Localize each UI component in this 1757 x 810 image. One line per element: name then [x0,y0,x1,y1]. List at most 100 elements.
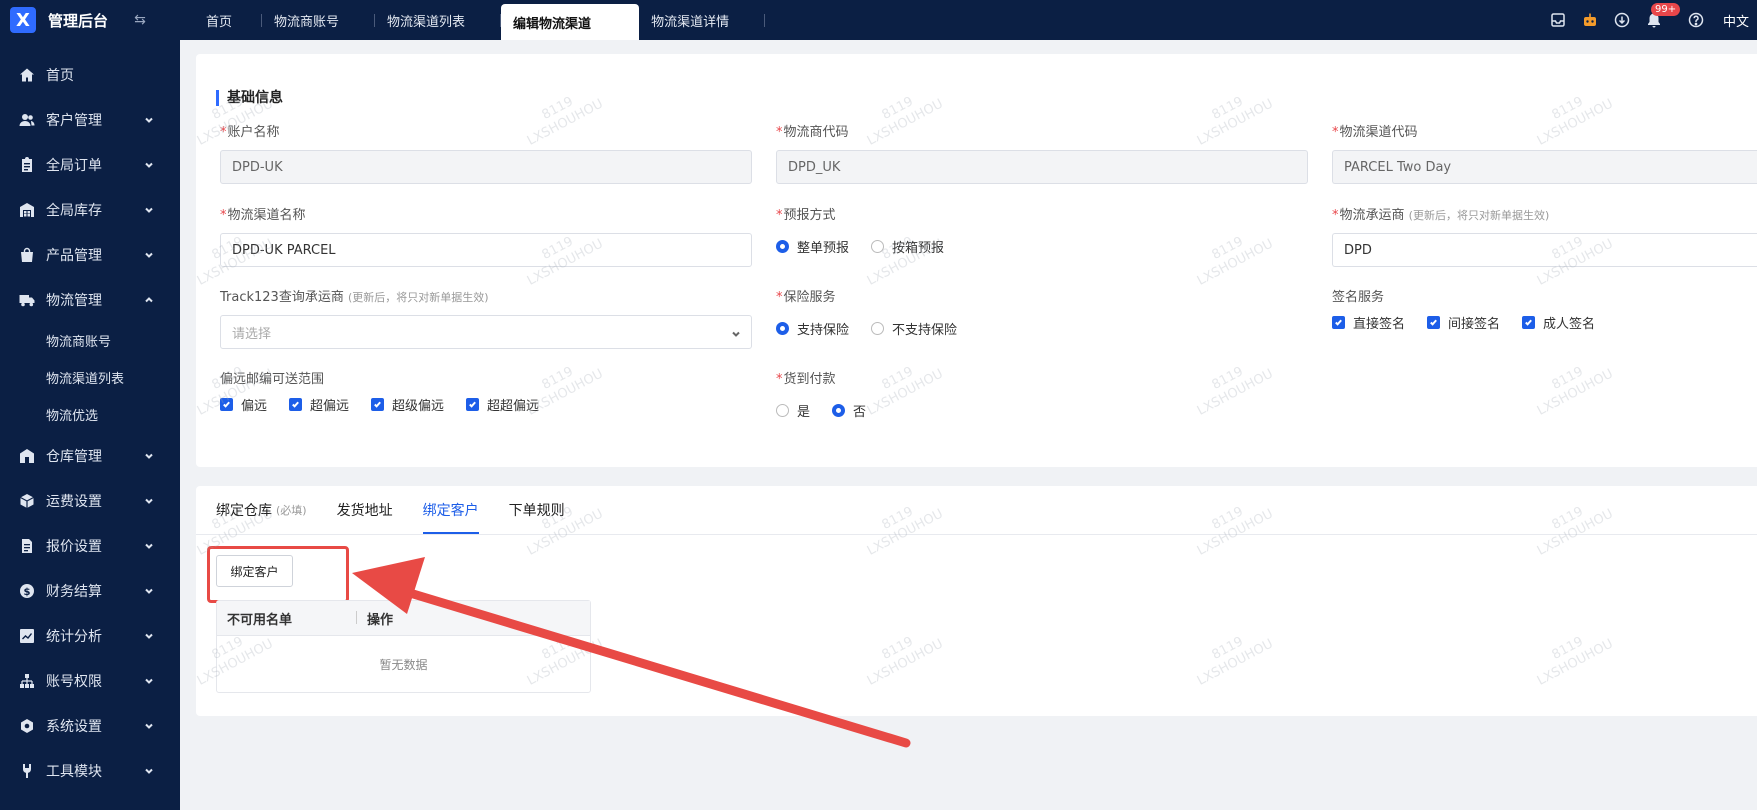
bell-icon[interactable]: 99+ [1645,3,1681,29]
chevron-up-icon [144,293,154,303]
shopping-bag-icon [18,246,36,264]
sidebar-item-logistics[interactable]: 物流管理 [0,277,180,322]
download-icon[interactable] [1613,11,1631,29]
sidebar-item-quotes[interactable]: 报价设置 [0,523,180,568]
tab-carrier-accounts[interactable]: 物流商账号 [262,0,376,40]
tab-bind-warehouse[interactable]: 绑定仓库 (必填) [216,486,307,534]
checkbox-remote[interactable]: 偏远 [220,395,267,414]
checkbox-extra-remote[interactable]: 超偏远 [289,395,349,414]
signature-label: 签名服务 [1332,290,1385,305]
sidebar-item-orders[interactable]: 全局订单 [0,142,180,187]
table-header: 不可用名单 操作 [217,601,590,636]
home-icon [18,66,36,84]
truck-icon [18,291,36,309]
chart-icon [18,627,36,645]
account-name-field: *账户名称 DPD-UK [220,124,752,184]
cod-label: 货到付款 [783,372,836,387]
sidebar-item-customers[interactable]: 客户管理 [0,97,180,142]
logo[interactable]: X 管理后台 ⇆ [0,0,180,40]
checkbox-direct-signature[interactable]: 直接签名 [1332,313,1405,332]
channel-code-input[interactable]: PARCEL Two Day [1332,150,1757,184]
collapse-menu-icon[interactable]: ⇆ [130,12,150,28]
chevron-down-icon [144,629,154,639]
top-bar: X 管理后台 ⇆ 首页 物流商账号 物流渠道列表 编辑物流渠道 物流渠道详情 9… [0,0,1757,40]
warehouse-icon [18,201,36,219]
account-name-input[interactable]: DPD-UK [220,150,752,184]
bind-customer-button[interactable]: 绑定客户 [216,555,293,587]
sidebar-item-tools[interactable]: 工具模块 [0,748,180,793]
checkbox-ultra-remote[interactable]: 超超偏远 [466,395,539,414]
warehouse-building-icon [18,447,36,465]
logistics-carrier-input[interactable]: DPD [1332,233,1757,267]
clipboard-icon [18,156,36,174]
sidebar-subitem-logistics-optimize[interactable]: 物流优选 [0,396,180,433]
radio-whole-order[interactable]: 整单预报 [776,237,849,256]
cod-field: *货到付款 是 否 [776,371,1308,420]
tab-home[interactable]: 首页 [194,0,263,40]
insurance-radio-group: 支持保险 不支持保险 [776,319,1308,338]
chevron-down-icon [144,719,154,729]
sidebar-item-permissions[interactable]: 账号权限 [0,658,180,703]
sidebar-item-statistics[interactable]: 统计分析 [0,613,180,658]
tab-divider [196,534,1757,535]
tab-channel-detail[interactable]: 物流渠道详情 [639,0,766,40]
sidebar-item-warehouse[interactable]: 仓库管理 [0,433,180,478]
help-icon[interactable] [1687,11,1705,29]
radio-insurance-yes[interactable]: 支持保险 [776,319,849,338]
tab-bind-customer[interactable]: 绑定客户 [422,486,479,534]
chevron-down-icon [144,764,154,774]
logistics-carrier-label: 物流承运商 [1339,208,1405,223]
sidebar-item-freight[interactable]: 运费设置 [0,478,180,523]
channel-name-input[interactable]: DPD-UK PARCEL [220,233,752,267]
logo-icon: X [10,7,36,33]
robot-icon[interactable] [1581,11,1599,29]
track123-hint: (更新后，将只对新单据生效) [347,291,489,304]
tab-channel-list[interactable]: 物流渠道列表 [375,0,502,40]
column-header-blacklist: 不可用名单 [217,609,357,628]
track123-field: Track123查询承运商 (更新后，将只对新单据生效) 请选择 [220,289,752,349]
tab-edit-channel[interactable]: 编辑物流渠道 [501,4,640,40]
carrier-code-input[interactable]: DPD_UK [776,150,1308,184]
package-icon [18,492,36,510]
logistics-carrier-field: *物流承运商 (更新后，将只对新单据生效) DPD [1332,207,1757,267]
radio-insurance-no[interactable]: 不支持保险 [871,319,957,338]
inbox-icon[interactable] [1549,11,1567,29]
sidebar-subitem-carrier-accounts[interactable]: 物流商账号 [0,322,180,359]
checkbox-indirect-signature[interactable]: 间接签名 [1427,313,1500,332]
org-chart-icon [18,672,36,690]
radio-by-box[interactable]: 按箱预报 [871,237,944,256]
radio-cod-no[interactable]: 否 [832,401,866,420]
track123-select[interactable]: 请选择 [220,315,752,349]
column-header-actions: 操作 [367,612,394,628]
signature-field: 签名服务 直接签名 间接签名 成人签名 [1332,289,1757,332]
checkbox-super-remote[interactable]: 超级偏远 [371,395,444,414]
sidebar-item-inventory[interactable]: 全局库存 [0,187,180,232]
channel-code-field: *物流渠道代码 PARCEL Two Day [1332,124,1757,184]
sidebar-item-products[interactable]: 产品管理 [0,232,180,277]
forecast-radio-group: 整单预报 按箱预报 [776,237,1308,256]
forecast-label: 预报方式 [783,208,836,223]
remote-checkbox-group: 偏远 超偏远 超级偏远 超超偏远 [220,395,752,414]
forecast-field: *预报方式 整单预报 按箱预报 [776,207,1308,256]
app-title: 管理后台 [48,11,109,30]
header-actions: 99+ 中文 [1549,0,1757,40]
main-content: 基础信息 *账户名称 DPD-UK *物流商代码 DPD_UK *物流渠道代码 … [180,40,1757,810]
sidebar-item-home[interactable]: 首页 [0,52,180,97]
tab-shipping-address[interactable]: 发货地址 [337,486,393,534]
tab-order-rules[interactable]: 下单规则 [509,486,565,534]
language-selector[interactable]: 中文 [1723,11,1749,30]
signature-checkbox-group: 直接签名 间接签名 成人签名 [1332,313,1757,332]
chevron-down-icon [144,158,154,168]
page-tabs: 首页 物流商账号 物流渠道列表 编辑物流渠道 物流渠道详情 [194,0,766,40]
checkbox-adult-signature[interactable]: 成人签名 [1522,313,1595,332]
sidebar-subitem-channel-list[interactable]: 物流渠道列表 [0,359,180,396]
sidebar-item-finance[interactable]: $ 财务结算 [0,568,180,613]
chevron-down-icon [144,494,154,504]
chevron-down-icon [144,449,154,459]
radio-cod-yes[interactable]: 是 [776,401,810,420]
insurance-field: *保险服务 支持保险 不支持保险 [776,289,1308,338]
notification-badge: 99+ [1650,3,1681,16]
chevron-down-icon [144,203,154,213]
chevron-down-icon [144,539,154,549]
sidebar-item-system-settings[interactable]: 系统设置 [0,703,180,748]
